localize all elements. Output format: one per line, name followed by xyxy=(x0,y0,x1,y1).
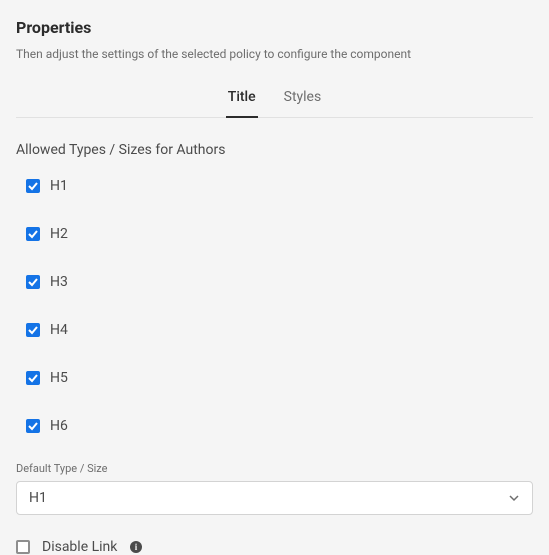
checkbox-h3[interactable] xyxy=(26,275,40,289)
check-icon xyxy=(28,277,38,287)
checkbox-row-h4: H4 xyxy=(26,318,533,342)
tab-styles[interactable]: Styles xyxy=(282,89,324,117)
checkbox-h4[interactable] xyxy=(26,323,40,337)
allowed-types-group: H1 H2 H3 H4 H5 H6 xyxy=(16,174,533,438)
info-icon[interactable]: i xyxy=(129,540,143,554)
chevron-down-icon xyxy=(508,492,520,504)
checkbox-h5[interactable] xyxy=(26,371,40,385)
checkbox-h1[interactable] xyxy=(26,179,40,193)
checkbox-label-h4: H4 xyxy=(50,322,68,338)
tabs-container: Title Styles xyxy=(16,89,533,118)
default-type-select[interactable]: H1 xyxy=(16,481,533,515)
checkbox-row-h6: H6 xyxy=(26,414,533,438)
checkbox-row-h3: H3 xyxy=(26,270,533,294)
checkbox-row-h1: H1 xyxy=(26,174,533,198)
disable-link-label: Disable Link xyxy=(42,539,117,555)
checkbox-label-h5: H5 xyxy=(50,370,68,386)
checkbox-h2[interactable] xyxy=(26,227,40,241)
check-icon xyxy=(28,229,38,239)
checkbox-row-h5: H5 xyxy=(26,366,533,390)
disable-link-row: Disable Link i xyxy=(16,539,533,555)
allowed-types-label: Allowed Types / Sizes for Authors xyxy=(16,142,533,158)
page-title: Properties xyxy=(16,18,533,37)
checkbox-label-h6: H6 xyxy=(50,418,68,434)
default-type-select-wrap: H1 xyxy=(16,481,533,515)
checkbox-label-h2: H2 xyxy=(50,226,68,242)
tab-title[interactable]: Title xyxy=(226,89,258,117)
check-icon xyxy=(28,373,38,383)
check-icon xyxy=(28,421,38,431)
check-icon xyxy=(28,325,38,335)
checkbox-row-h2: H2 xyxy=(26,222,533,246)
default-type-label: Default Type / Size xyxy=(16,462,533,475)
default-type-value: H1 xyxy=(29,490,47,506)
checkbox-label-h1: H1 xyxy=(50,178,68,194)
checkbox-h6[interactable] xyxy=(26,419,40,433)
checkbox-label-h3: H3 xyxy=(50,274,68,290)
page-subtitle: Then adjust the settings of the selected… xyxy=(16,47,533,61)
checkbox-disable-link[interactable] xyxy=(16,540,30,554)
check-icon xyxy=(28,181,38,191)
